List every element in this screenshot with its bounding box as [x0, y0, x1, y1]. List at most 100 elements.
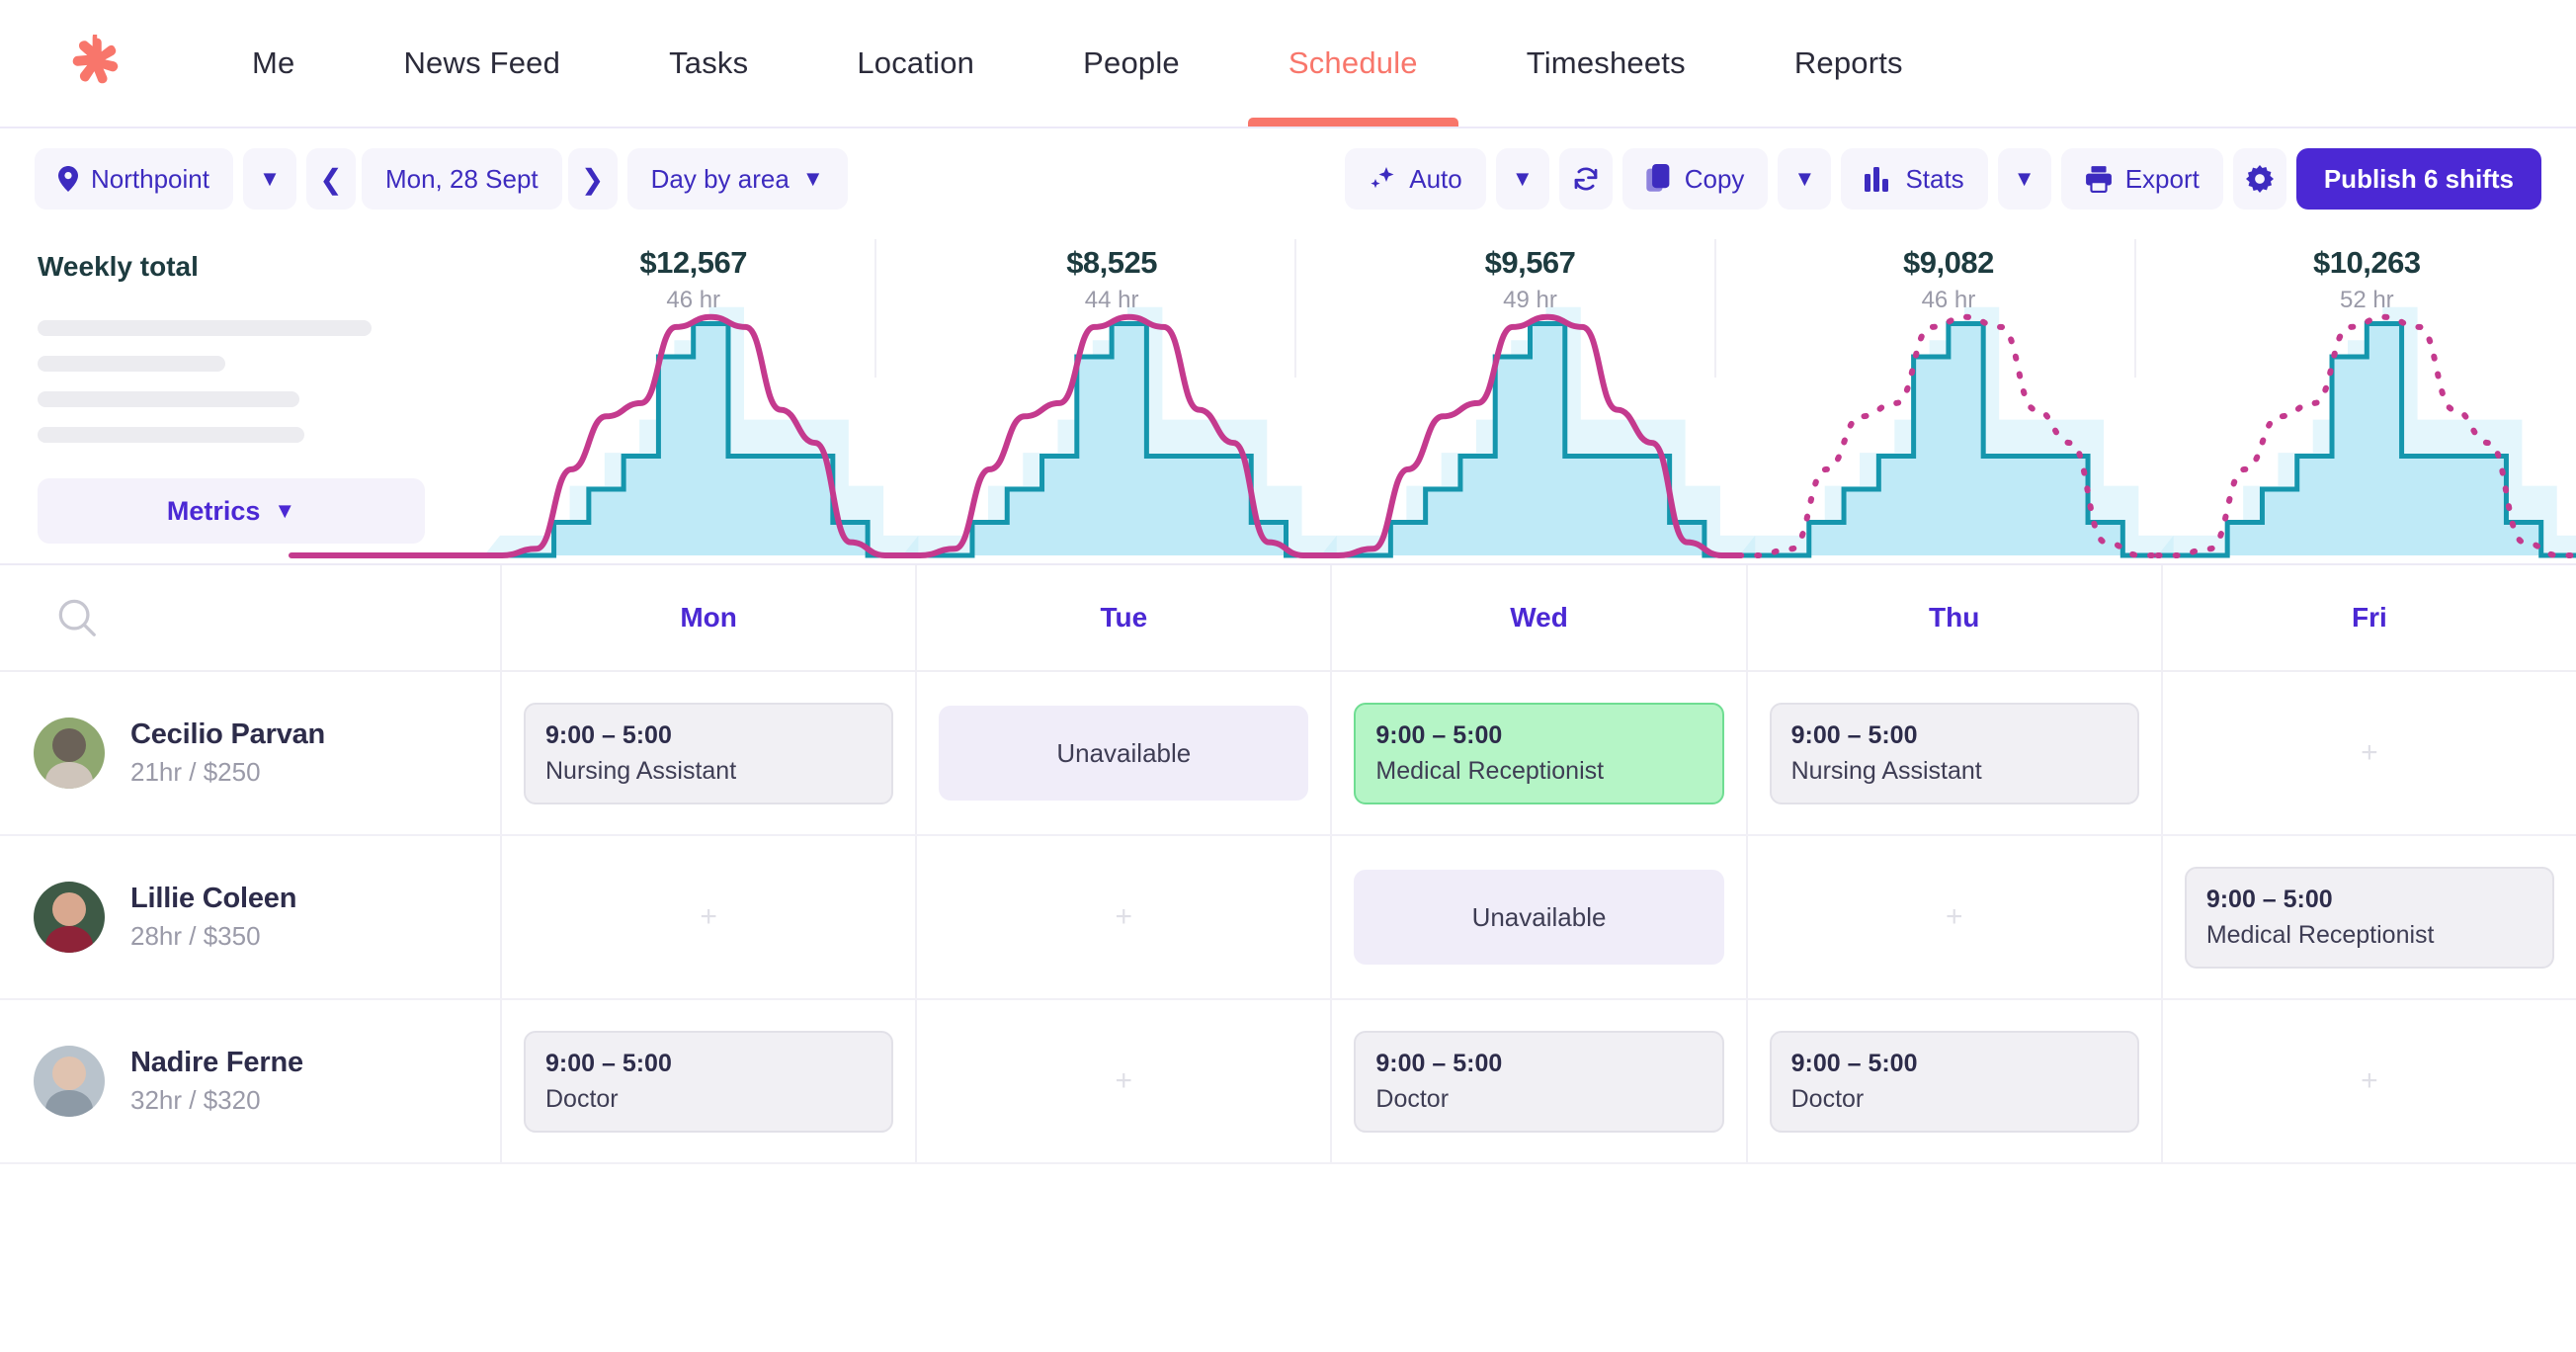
nav-item-news-feed[interactable]: News Feed — [349, 0, 615, 127]
shift-role: Medical Receptionist — [2205, 920, 2435, 949]
nav-item-timesheets[interactable]: Timesheets — [1472, 0, 1740, 127]
day-header-fri[interactable]: Fri — [2160, 565, 2576, 670]
refresh-button[interactable] — [1558, 148, 1613, 210]
next-day-button[interactable]: ❯ — [567, 148, 618, 210]
employee-name: Lillie Coleen — [130, 883, 297, 914]
nav-item-location[interactable]: Location — [802, 0, 1029, 127]
employee-info: Nadire Ferne 32hr / $320 — [130, 1047, 303, 1116]
shift-card[interactable]: 9:00 – 5:00 Medical Receptionist — [2184, 866, 2555, 969]
unavailable-card[interactable]: Unavailable — [1354, 870, 1724, 965]
day-header-wed[interactable]: Wed — [1330, 565, 1745, 670]
employee-cell[interactable]: Nadire Ferne 32hr / $320 — [0, 1000, 500, 1162]
shift-card[interactable]: 9:00 – 5:00 Nursing Assistant — [524, 702, 894, 804]
schedule-cell-fri[interactable]: 9:00 – 5:00 Medical Receptionist — [2160, 836, 2576, 998]
nav-label: Me — [252, 45, 295, 80]
add-shift-icon[interactable]: + — [2361, 1066, 2378, 1096]
avatar[interactable] — [34, 718, 105, 789]
schedule-cell-wed[interactable]: Unavailable — [1330, 836, 1745, 998]
table-row: Lillie Coleen 28hr / $350 + + Unavailable +9:… — [0, 836, 2576, 1000]
add-shift-icon[interactable]: + — [1116, 902, 1133, 932]
add-shift-icon[interactable]: + — [2361, 738, 2378, 768]
chevron-down-icon: ▼ — [1793, 166, 1816, 191]
schedule-cell-tue[interactable]: + — [915, 836, 1330, 998]
logo-container[interactable] — [0, 35, 198, 92]
location-selector[interactable]: Northpoint — [35, 148, 233, 210]
shift-card[interactable]: 9:00 – 5:00 Nursing Assistant — [1769, 702, 2139, 804]
day-header-label: Fri — [2352, 602, 2387, 633]
refresh-icon — [1574, 167, 1598, 191]
unavailable-card[interactable]: Unavailable — [939, 706, 1309, 801]
avatar[interactable] — [34, 1046, 105, 1117]
schedule-cell-fri[interactable]: + — [2160, 672, 2576, 834]
schedule-cell-wed[interactable]: 9:00 – 5:00 Doctor — [1330, 1000, 1745, 1162]
shift-role: Doctor — [1790, 1084, 1865, 1113]
location-label: Northpoint — [91, 163, 209, 194]
chevron-left-icon: ❮ — [319, 163, 343, 195]
schedule-cell-tue[interactable]: Unavailable — [915, 672, 1330, 834]
nav-item-tasks[interactable]: Tasks — [615, 0, 802, 127]
metrics-chart-band: Weekly total Metrics ▼ View business ins… — [0, 229, 2576, 565]
schedule-grid-header: Mon Tue Wed Thu Fri — [0, 565, 2576, 672]
export-button[interactable]: Export — [2060, 148, 2223, 210]
copy-dropdown-caret[interactable]: ▼ — [1778, 148, 1832, 210]
nav-item-reports[interactable]: Reports — [1740, 0, 1957, 127]
shift-time: 9:00 – 5:00 — [545, 1049, 672, 1077]
shift-card[interactable]: 9:00 – 5:00 Doctor — [1769, 1030, 2139, 1133]
current-date-label: Mon, 28 Sept — [384, 163, 539, 194]
prev-day-button[interactable]: ❮ — [305, 148, 356, 210]
schedule-cell-mon[interactable]: + — [500, 836, 915, 998]
view-mode-label: Day by area — [650, 163, 789, 194]
view-mode-selector[interactable]: Day by area ▼ — [626, 148, 848, 210]
schedule-cell-thu[interactable]: + — [1745, 836, 2161, 998]
schedule-cell-wed[interactable]: 9:00 – 5:00 Medical Receptionist — [1330, 672, 1745, 834]
search-cell[interactable] — [0, 595, 500, 640]
current-date-button[interactable]: Mon, 28 Sept — [361, 148, 562, 210]
add-shift-icon[interactable]: + — [1946, 902, 1963, 932]
shift-role: Nursing Assistant — [1790, 756, 1982, 785]
day-header-mon[interactable]: Mon — [500, 565, 915, 670]
auto-dropdown-caret[interactable]: ▼ — [1495, 148, 1549, 210]
chevron-down-icon: ▼ — [259, 166, 281, 191]
nav-item-schedule[interactable]: Schedule — [1234, 0, 1472, 127]
employee-cell[interactable]: Lillie Coleen 28hr / $350 — [0, 836, 500, 998]
schedule-cell-thu[interactable]: 9:00 – 5:00 Doctor — [1745, 1000, 2161, 1162]
gear-icon — [2245, 165, 2274, 193]
schedule-toolbar: Northpoint ▼ ❮ Mon, 28 Sept ❯ Day by are… — [0, 128, 2576, 229]
shift-role: Medical Receptionist — [1375, 756, 1605, 785]
employee-info: Cecilio Parvan 21hr / $250 — [130, 718, 325, 788]
avatar[interactable] — [34, 882, 105, 953]
nav-label: Tasks — [669, 45, 749, 80]
schedule-cell-thu[interactable]: 9:00 – 5:00 Nursing Assistant — [1745, 672, 2161, 834]
shift-card[interactable]: 9:00 – 5:00 Doctor — [524, 1030, 894, 1133]
schedule-cell-mon[interactable]: 9:00 – 5:00 Doctor — [500, 1000, 915, 1162]
nav-item-me[interactable]: Me — [198, 0, 349, 127]
schedule-cell-tue[interactable]: + — [915, 1000, 1330, 1162]
stats-dropdown-caret[interactable]: ▼ — [1997, 148, 2051, 210]
nav-label: News Feed — [403, 45, 561, 80]
employee-hours-cost: 32hr / $320 — [130, 1085, 261, 1115]
publish-shifts-button[interactable]: Publish 6 shifts — [2295, 148, 2541, 210]
date-navigator: ❮ Mon, 28 Sept ❯ — [305, 148, 618, 210]
day-header-label: Thu — [1929, 602, 1980, 633]
day-header-thu[interactable]: Thu — [1745, 565, 2161, 670]
shift-card[interactable]: 9:00 – 5:00 Medical Receptionist — [1354, 702, 1724, 804]
nav-item-people[interactable]: People — [1029, 0, 1234, 127]
day-header-tue[interactable]: Tue — [915, 565, 1330, 670]
day-header-label: Tue — [1100, 602, 1148, 633]
schedule-cell-mon[interactable]: 9:00 – 5:00 Nursing Assistant — [500, 672, 915, 834]
shift-card[interactable]: 9:00 – 5:00 Doctor — [1354, 1030, 1724, 1133]
add-shift-icon[interactable]: + — [700, 902, 717, 932]
printer-icon — [2085, 166, 2112, 193]
add-shift-icon[interactable]: + — [1116, 1066, 1133, 1096]
search-icon[interactable] — [54, 595, 100, 640]
copy-button[interactable]: Copy — [1621, 148, 1769, 210]
staffing-demand-chart[interactable] — [0, 229, 2576, 565]
employee-cell[interactable]: Cecilio Parvan 21hr / $250 — [0, 672, 500, 834]
location-dropdown-caret[interactable]: ▼ — [242, 148, 296, 210]
auto-schedule-button[interactable]: Auto — [1345, 148, 1486, 210]
stats-button[interactable]: Stats — [1841, 148, 1988, 210]
settings-button[interactable] — [2232, 148, 2286, 210]
shift-role: Nursing Assistant — [545, 756, 737, 785]
employee-hours-cost: 28hr / $350 — [130, 921, 261, 951]
schedule-cell-fri[interactable]: + — [2160, 1000, 2576, 1162]
